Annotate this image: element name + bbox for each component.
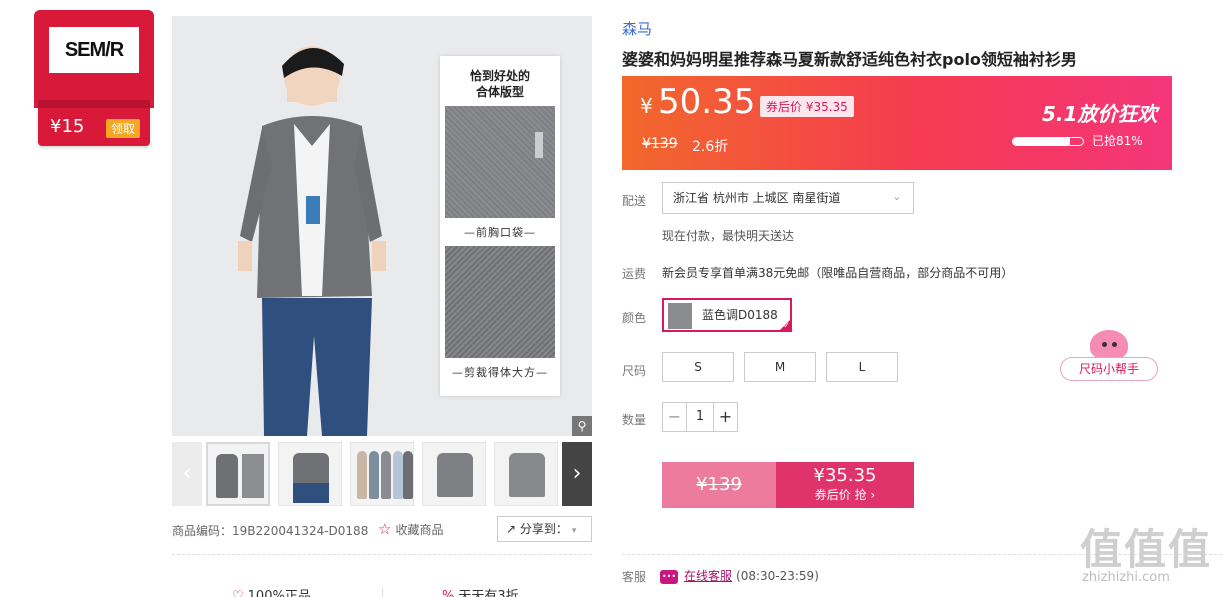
star-icon: ☆ xyxy=(378,520,392,538)
favorite-label: 收藏商品 xyxy=(395,523,444,537)
sold-progress-bar xyxy=(1012,137,1084,146)
buy-with-coupon-button[interactable]: ¥35.35 券后价 抢 › xyxy=(776,462,914,508)
current-price: 50.35 xyxy=(658,82,756,122)
size-option-s[interactable]: S xyxy=(662,352,734,382)
coupon-price-tag: 券后价 ¥35.35 xyxy=(760,96,854,117)
percent-icon: % xyxy=(442,589,455,597)
chevron-left-icon[interactable]: ‹ xyxy=(172,442,202,506)
sold-text: 已抢81% xyxy=(1092,134,1143,148)
plus-button[interactable]: + xyxy=(713,403,737,431)
original-price-button[interactable]: ¥139 xyxy=(662,462,776,508)
checkmark-icon: ✓ xyxy=(783,321,790,330)
watermark-logo: 值值值 xyxy=(1080,525,1213,574)
size-helper-button[interactable]: 尺码小帮手 xyxy=(1060,330,1158,382)
address-value: 浙江省 杭州市 上城区 南星街道 xyxy=(673,191,841,205)
color-option-selected[interactable]: 蓝色调D0188 ✓ xyxy=(662,298,792,332)
share-label: 分享到： xyxy=(519,522,568,536)
delivery-note: 现在付款，最快明天送达 xyxy=(662,229,795,243)
freight-label: 运费 xyxy=(622,267,647,281)
product-meta: 商品编码：19B220041324-D0188 ☆ 收藏商品 ↗ 分享到： ▾ xyxy=(172,516,592,544)
freight-text: 新会员专享首单满38元免邮（限唯品自营商品，部分商品不可用） xyxy=(662,266,1014,280)
quantity-label: 数量 xyxy=(622,413,647,427)
hem-closeup xyxy=(445,246,555,358)
brand-link[interactable]: 森马 xyxy=(622,18,652,39)
brand-logo: SEM/R xyxy=(49,27,139,73)
size-option-l[interactable]: L xyxy=(826,352,898,382)
main-product-image[interactable]: 恰到好处的 合体版型 —前胸口袋— —剪裁得体大方— ⚲ xyxy=(172,16,592,436)
mascot-eye xyxy=(1102,342,1107,347)
divider xyxy=(382,588,383,597)
divider xyxy=(172,554,592,555)
chevron-down-icon: ⌄ xyxy=(892,192,901,203)
quantity-value[interactable]: 1 xyxy=(687,403,713,431)
caption-pocket: —前胸口袋— xyxy=(464,226,536,239)
address-select[interactable]: 浙江省 杭州市 上城区 南星街道 ⌄ xyxy=(662,182,914,214)
coupon-fold xyxy=(38,100,150,108)
favorite-button[interactable]: ☆ 收藏商品 xyxy=(378,520,443,538)
share-icon: ↗ xyxy=(506,522,520,536)
service-label: 客服 xyxy=(622,570,647,584)
buy-label: 券后价 抢 › xyxy=(814,488,876,502)
size-helper-label: 尺码小帮手 xyxy=(1060,357,1158,381)
store-coupon-badge[interactable]: SEM/R ¥15 领取 xyxy=(34,10,154,147)
discount-badge: % 天天有3折 xyxy=(442,585,519,597)
watermark-url: zhizhizhi.com xyxy=(1082,570,1170,585)
shipping-label: 配送 xyxy=(622,194,647,208)
pocket-closeup xyxy=(445,106,555,218)
buy-price: ¥35.35 xyxy=(813,465,877,486)
color-option-label: 蓝色调D0188 xyxy=(702,308,778,322)
size-label: 尺码 xyxy=(622,364,647,378)
shield-icon: ♡ xyxy=(232,589,244,597)
original-price: ¥139 xyxy=(642,136,678,152)
detail-card: 恰到好处的 合体版型 —前胸口袋— —剪裁得体大方— xyxy=(440,56,560,396)
thumbnail[interactable] xyxy=(278,442,342,506)
currency-symbol: ¥ xyxy=(640,94,653,118)
sold-progress-fill xyxy=(1013,138,1070,145)
share-dropdown[interactable]: ↗ 分享到： ▾ xyxy=(497,516,592,542)
online-service: ••• 在线客服 (08:30-23:59) xyxy=(660,567,819,584)
color-label: 颜色 xyxy=(622,311,647,325)
detail-title-line1: 恰到好处的 xyxy=(469,69,530,83)
promo-title: 5.1放价狂欢 xyxy=(1042,102,1158,126)
model-photo xyxy=(238,46,386,436)
product-title: 婆婆和妈妈明星推荐森马夏新款舒适纯色衬衣polo领短袖衬衫男 xyxy=(622,50,1077,69)
online-service-link[interactable]: 在线客服 xyxy=(684,569,732,583)
discount-text: 天天有3折 xyxy=(458,589,519,597)
caption-cut: —剪裁得体大方— xyxy=(452,366,548,379)
watermark: 值值值 zhizhizhi.com xyxy=(1080,516,1225,596)
chevron-right-icon[interactable]: › xyxy=(562,442,592,506)
thumbnail[interactable] xyxy=(422,442,486,506)
coupon-amount: ¥15 xyxy=(50,116,85,137)
mascot-eye xyxy=(1112,342,1117,347)
service-hours: (08:30-23:59) xyxy=(736,569,819,583)
mascot-icon xyxy=(1090,330,1128,360)
coupon-top: SEM/R xyxy=(34,10,154,108)
discount-rate: 2.6折 xyxy=(692,139,729,155)
size-option-m[interactable]: M xyxy=(744,352,816,382)
coupon-bottom: ¥15 领取 xyxy=(38,108,150,146)
price-banner: ¥ 50.35 券后价 ¥35.35 ¥139 2.6折 5.1放价狂欢 已抢8… xyxy=(622,76,1172,170)
quantity-stepper: − 1 + xyxy=(662,402,738,432)
minus-button[interactable]: − xyxy=(663,403,687,431)
thumbnail-strip: ‹ › xyxy=(172,442,592,506)
thumbnail[interactable] xyxy=(206,442,270,506)
authentic-text: 100%正品 xyxy=(247,589,311,597)
thumbnail[interactable] xyxy=(350,442,414,506)
color-thumbnail xyxy=(668,303,692,329)
chat-bubble-icon: ••• xyxy=(660,569,678,584)
caret-down-icon: ▾ xyxy=(571,526,577,536)
detail-title-line2: 合体版型 xyxy=(475,85,524,99)
magnifier-icon[interactable]: ⚲ xyxy=(572,416,592,436)
sku-code: 商品编码：19B220041324-D0188 xyxy=(172,524,369,538)
coupon-get-button[interactable]: 领取 xyxy=(106,119,141,138)
authentic-badge: ♡ 100%正品 xyxy=(232,585,311,597)
thumbnail[interactable] xyxy=(494,442,558,506)
